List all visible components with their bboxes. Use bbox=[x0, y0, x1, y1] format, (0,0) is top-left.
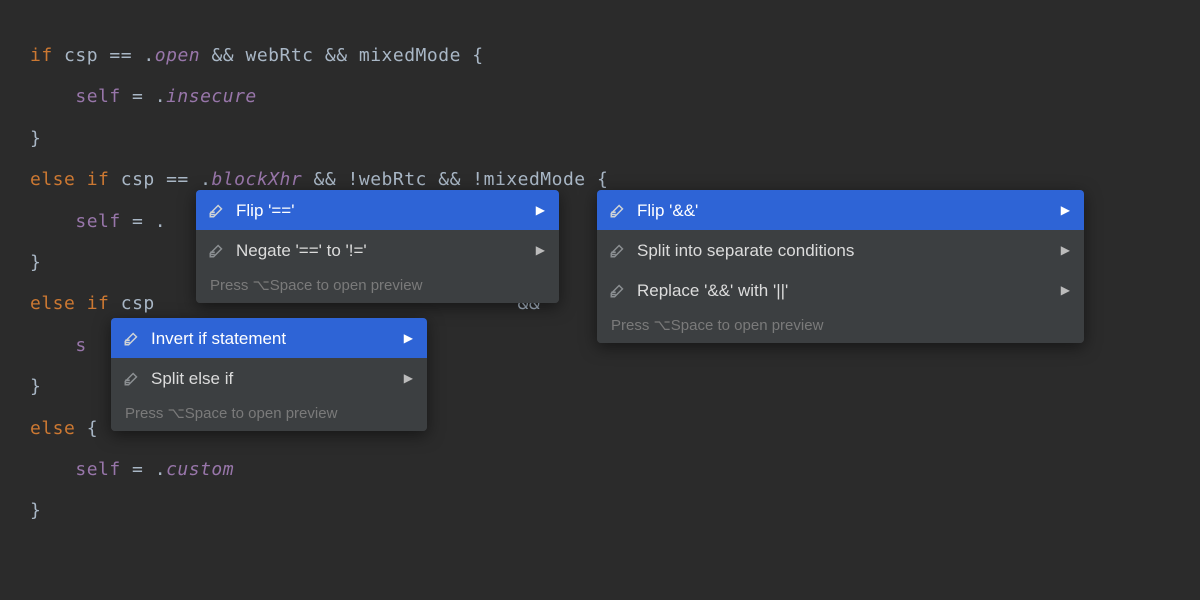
edit-icon bbox=[609, 201, 627, 219]
chevron-right-icon: ▶ bbox=[536, 204, 545, 216]
edit-icon bbox=[609, 281, 627, 299]
code-line: self = .custom bbox=[30, 449, 1170, 490]
edit-icon bbox=[123, 369, 141, 387]
popup-hint: Press ⌥Space to open preview bbox=[111, 398, 427, 431]
chevron-right-icon: ▶ bbox=[1061, 204, 1070, 216]
intention-split-elseif[interactable]: Split else if ▶ bbox=[111, 358, 427, 398]
intention-flip-equals[interactable]: Flip '==' ▶ bbox=[196, 190, 559, 230]
chevron-right-icon: ▶ bbox=[536, 244, 545, 256]
intention-label: Split into separate conditions bbox=[637, 242, 1051, 259]
intention-flip-and[interactable]: Flip '&&' ▶ bbox=[597, 190, 1084, 230]
code-line: } bbox=[30, 490, 1170, 531]
edit-icon bbox=[208, 241, 226, 259]
intention-label: Flip '&&' bbox=[637, 202, 1051, 219]
chevron-right-icon: ▶ bbox=[1061, 284, 1070, 296]
edit-icon bbox=[123, 329, 141, 347]
intention-popup-logical: Flip '&&' ▶ Split into separate conditio… bbox=[597, 190, 1084, 343]
edit-icon bbox=[208, 201, 226, 219]
edit-icon bbox=[609, 241, 627, 259]
chevron-right-icon: ▶ bbox=[1061, 244, 1070, 256]
intention-split-conditions[interactable]: Split into separate conditions ▶ bbox=[597, 230, 1084, 270]
chevron-right-icon: ▶ bbox=[404, 332, 413, 344]
intention-invert-if[interactable]: Invert if statement ▶ bbox=[111, 318, 427, 358]
popup-hint: Press ⌥Space to open preview bbox=[597, 310, 1084, 343]
intention-label: Split else if bbox=[151, 370, 394, 387]
intention-negate-equals[interactable]: Negate '==' to '!=' ▶ bbox=[196, 230, 559, 270]
code-line: if csp == .open && webRtc && mixedMode { bbox=[30, 35, 1170, 76]
chevron-right-icon: ▶ bbox=[404, 372, 413, 384]
code-line: self = .insecure bbox=[30, 76, 1170, 117]
intention-label: Replace '&&' with '||' bbox=[637, 282, 1051, 299]
popup-hint: Press ⌥Space to open preview bbox=[196, 270, 559, 303]
code-line: } bbox=[30, 118, 1170, 159]
intention-label: Invert if statement bbox=[151, 330, 394, 347]
intention-popup-if: Invert if statement ▶ Split else if ▶ Pr… bbox=[111, 318, 427, 431]
intention-replace-and-or[interactable]: Replace '&&' with '||' ▶ bbox=[597, 270, 1084, 310]
intention-label: Flip '==' bbox=[236, 202, 526, 219]
intention-label: Negate '==' to '!=' bbox=[236, 242, 526, 259]
intention-popup-equality: Flip '==' ▶ Negate '==' to '!=' ▶ Press … bbox=[196, 190, 559, 303]
